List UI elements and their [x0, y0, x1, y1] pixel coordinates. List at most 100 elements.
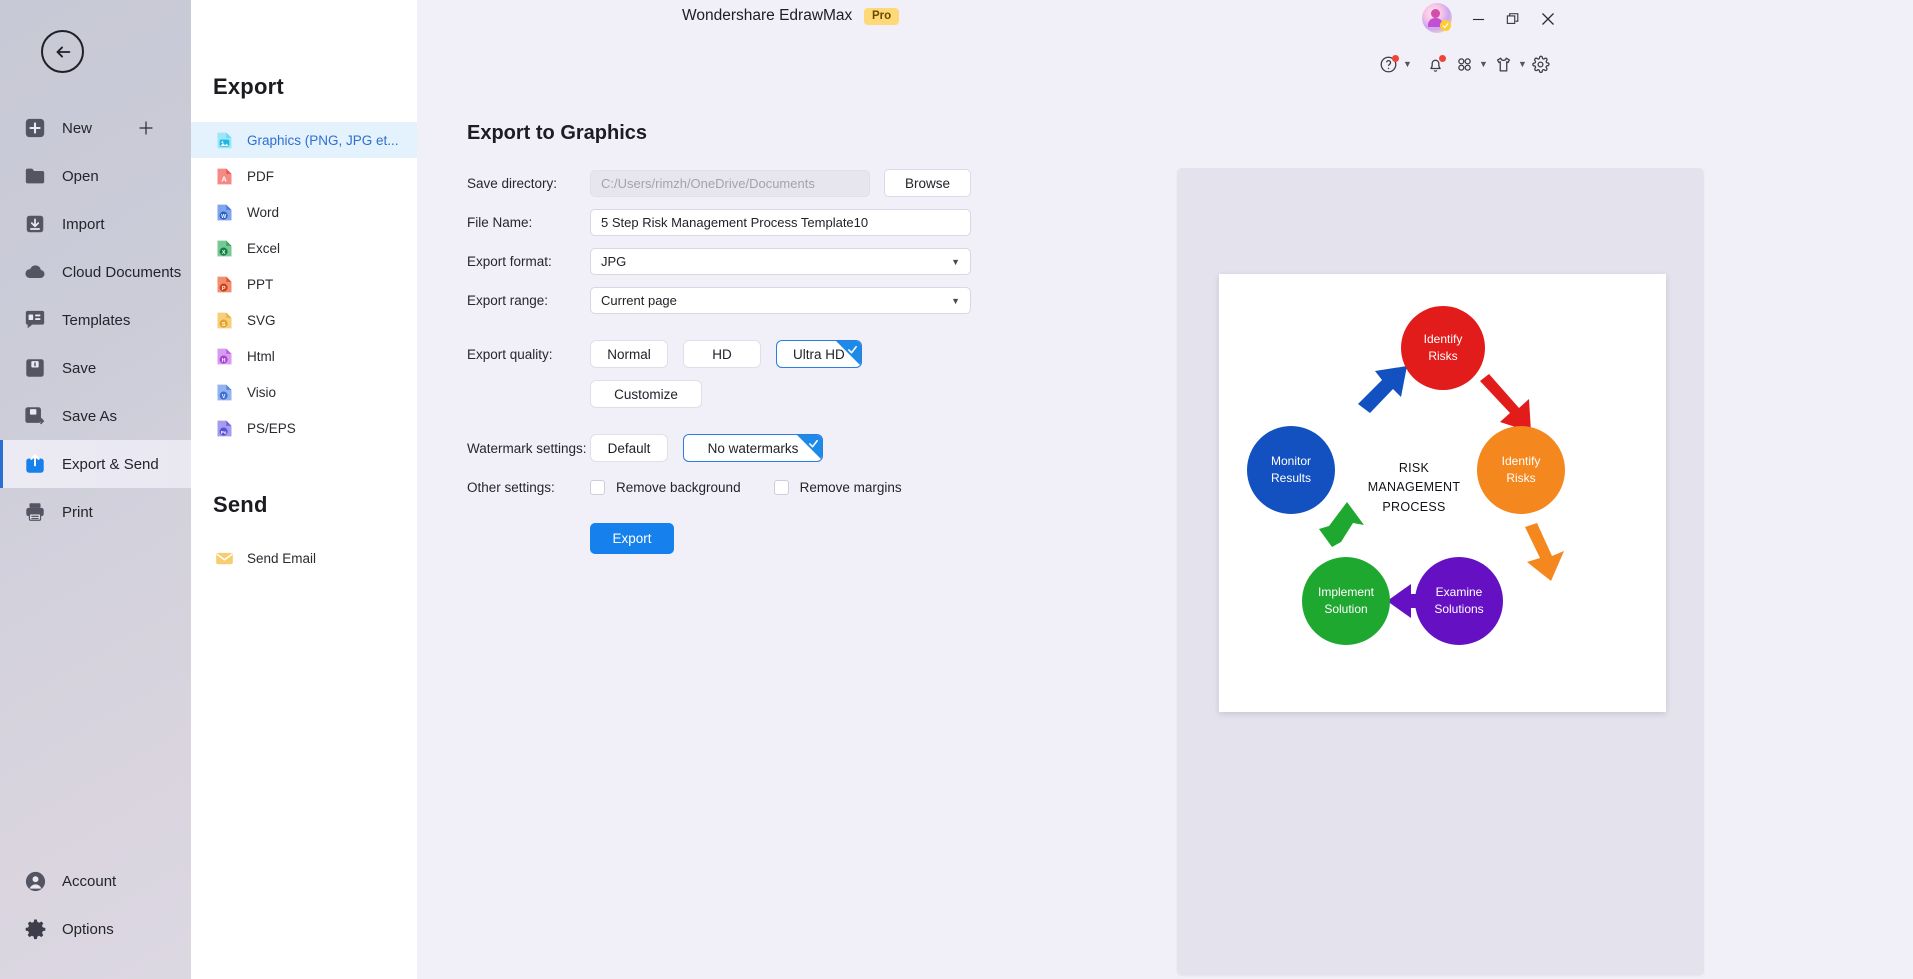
- file-name-input[interactable]: 5 Step Risk Management Process Template1…: [590, 209, 971, 236]
- sidebar-item-save[interactable]: Save: [0, 344, 191, 392]
- export-range-value: Current page: [601, 293, 677, 308]
- sidebar-item-label: Save: [62, 359, 97, 377]
- send-option-label: Send Email: [247, 550, 317, 566]
- export-option-html[interactable]: H Html: [191, 338, 417, 374]
- svg-text:X: X: [221, 250, 225, 256]
- minimize-button[interactable]: [1462, 4, 1494, 34]
- notifications-button[interactable]: [1426, 48, 1446, 80]
- remove-margins-checkbox[interactable]: [773, 480, 789, 495]
- help-button[interactable]: ▼: [1379, 48, 1412, 80]
- save-directory-row: Save directory: C:/Users/rimzh/OneDrive/…: [467, 169, 1147, 197]
- sidebar-item-label: Open: [62, 167, 99, 185]
- rail-item-list: New Open Import Cloud Documents Template…: [0, 104, 191, 536]
- sidebar-item-new[interactable]: New: [0, 104, 191, 152]
- preview-panel: Identify Risks Identify Risks Examine So…: [1177, 168, 1704, 975]
- watermark-settings-label: Watermark settings:: [467, 440, 587, 456]
- title-bar: Wondershare EdrawMax Pro: [417, 0, 1913, 40]
- close-button[interactable]: [1532, 4, 1564, 34]
- file-name-label: File Name:: [467, 215, 533, 230]
- gear-icon: [1532, 55, 1550, 73]
- quality-option-ultra-hd[interactable]: Ultra HD: [776, 340, 862, 368]
- page-title: Export to Graphics: [467, 122, 648, 144]
- export-option-graphics[interactable]: Graphics (PNG, JPG et...: [191, 122, 417, 158]
- sidebar-item-cloud-documents[interactable]: Cloud Documents: [0, 248, 191, 296]
- sidebar-item-print[interactable]: Print: [0, 488, 191, 536]
- maximize-button[interactable]: [1497, 4, 1529, 34]
- image-file-icon: [213, 129, 235, 151]
- envelope-icon: [213, 547, 235, 569]
- export-option-pdf[interactable]: A PDF: [191, 158, 417, 194]
- export-quality-row: Export quality: Normal HD Ultra HD: [467, 340, 1147, 368]
- node-line-2: Results: [1270, 471, 1311, 485]
- avatar[interactable]: [1422, 3, 1452, 33]
- chevron-down-icon: ▼: [951, 295, 960, 306]
- save-icon: [22, 355, 48, 381]
- export-option-visio[interactable]: V Visio: [191, 374, 417, 410]
- svg-text:Ps: Ps: [220, 429, 226, 435]
- sidebar-item-label: Save As: [62, 407, 118, 425]
- export-option-ppt[interactable]: P PPT: [191, 266, 417, 302]
- export-option-word[interactable]: W Word: [191, 194, 417, 230]
- help-notification-dot: [1392, 54, 1399, 62]
- sidebar-item-options[interactable]: Options: [0, 905, 191, 953]
- sidebar-item-account[interactable]: Account: [0, 857, 191, 905]
- chevron-down-icon: ▼: [1518, 58, 1527, 69]
- other-settings-label: Other settings:: [467, 480, 555, 495]
- customize-button[interactable]: Customize: [590, 380, 702, 408]
- node-line-2: Risks: [1506, 471, 1536, 485]
- export-option-label: PPT: [247, 276, 274, 292]
- svg-text:S: S: [221, 322, 225, 328]
- node-line-1: Monitor: [1270, 454, 1311, 469]
- excel-file-icon: X: [213, 237, 235, 259]
- sidebar-item-templates[interactable]: Templates: [0, 296, 191, 344]
- browse-button[interactable]: Browse: [884, 169, 971, 197]
- sidebar-item-save-as[interactable]: Save As: [0, 392, 191, 440]
- apps-button[interactable]: ▼: [1455, 48, 1488, 80]
- send-option-email[interactable]: Send Email: [191, 540, 417, 576]
- svg-text:A: A: [221, 174, 227, 183]
- export-option-svg[interactable]: S SVG: [191, 302, 417, 338]
- gear-icon: [22, 916, 48, 942]
- save-directory-label: Save directory:: [467, 175, 558, 191]
- sidebar-item-label: Export & Send: [62, 455, 159, 473]
- export-format-select[interactable]: JPG ▼: [590, 248, 971, 275]
- customize-row: Customize: [467, 380, 1147, 408]
- sidebar-item-import[interactable]: Import: [0, 200, 191, 248]
- new-document-plus-icon[interactable]: [137, 119, 155, 137]
- notification-dot: [1439, 54, 1446, 62]
- quality-option-normal[interactable]: Normal: [590, 340, 668, 368]
- theme-button[interactable]: ▼: [1494, 48, 1527, 80]
- remove-margins-label: Remove margins: [799, 480, 902, 495]
- node-line-1: Implement: [1317, 585, 1375, 600]
- remove-background-checkbox[interactable]: [590, 480, 605, 495]
- export-option-ps-eps[interactable]: Ps PS/EPS: [191, 410, 417, 446]
- watermark-option-default[interactable]: Default: [590, 434, 668, 462]
- svg-text:H: H: [221, 358, 225, 364]
- folder-icon: [22, 163, 48, 189]
- sidebar-item-label: Templates: [62, 311, 131, 329]
- svg-text:W: W: [221, 214, 227, 220]
- back-button[interactable]: [41, 30, 84, 73]
- html-file-icon: H: [213, 345, 235, 367]
- sidebar-item-open[interactable]: Open: [0, 152, 191, 200]
- diagram-node-examine-solutions: Examine Solutions: [1415, 557, 1503, 645]
- watermark-option-no-watermarks[interactable]: No watermarks: [683, 434, 823, 462]
- avatar-head: [1431, 9, 1440, 18]
- backstage-rail: New Open Import Cloud Documents Template…: [0, 0, 191, 979]
- sidebar-item-export-send[interactable]: Export & Send: [0, 440, 191, 488]
- pro-badge: Pro: [864, 8, 900, 25]
- export-range-select[interactable]: Current page ▼: [590, 287, 971, 314]
- export-quality-label: Export quality:: [467, 346, 553, 362]
- svg-file-icon: S: [213, 309, 235, 331]
- sidebar-item-label: New: [62, 119, 93, 137]
- save-directory-input[interactable]: C:/Users/rimzh/OneDrive/Documents: [590, 169, 870, 197]
- export-button[interactable]: Export: [590, 523, 674, 554]
- export-format-label: Export format:: [467, 254, 552, 269]
- export-format-value: JPG: [601, 254, 627, 269]
- export-option-excel[interactable]: X Excel: [191, 230, 417, 266]
- svg-text:V: V: [221, 394, 225, 400]
- diagram-node-monitor-results: Monitor Results: [1247, 426, 1335, 514]
- quality-option-hd[interactable]: HD: [683, 340, 761, 368]
- settings-button[interactable]: [1531, 48, 1550, 80]
- chevron-down-icon: ▼: [951, 256, 960, 267]
